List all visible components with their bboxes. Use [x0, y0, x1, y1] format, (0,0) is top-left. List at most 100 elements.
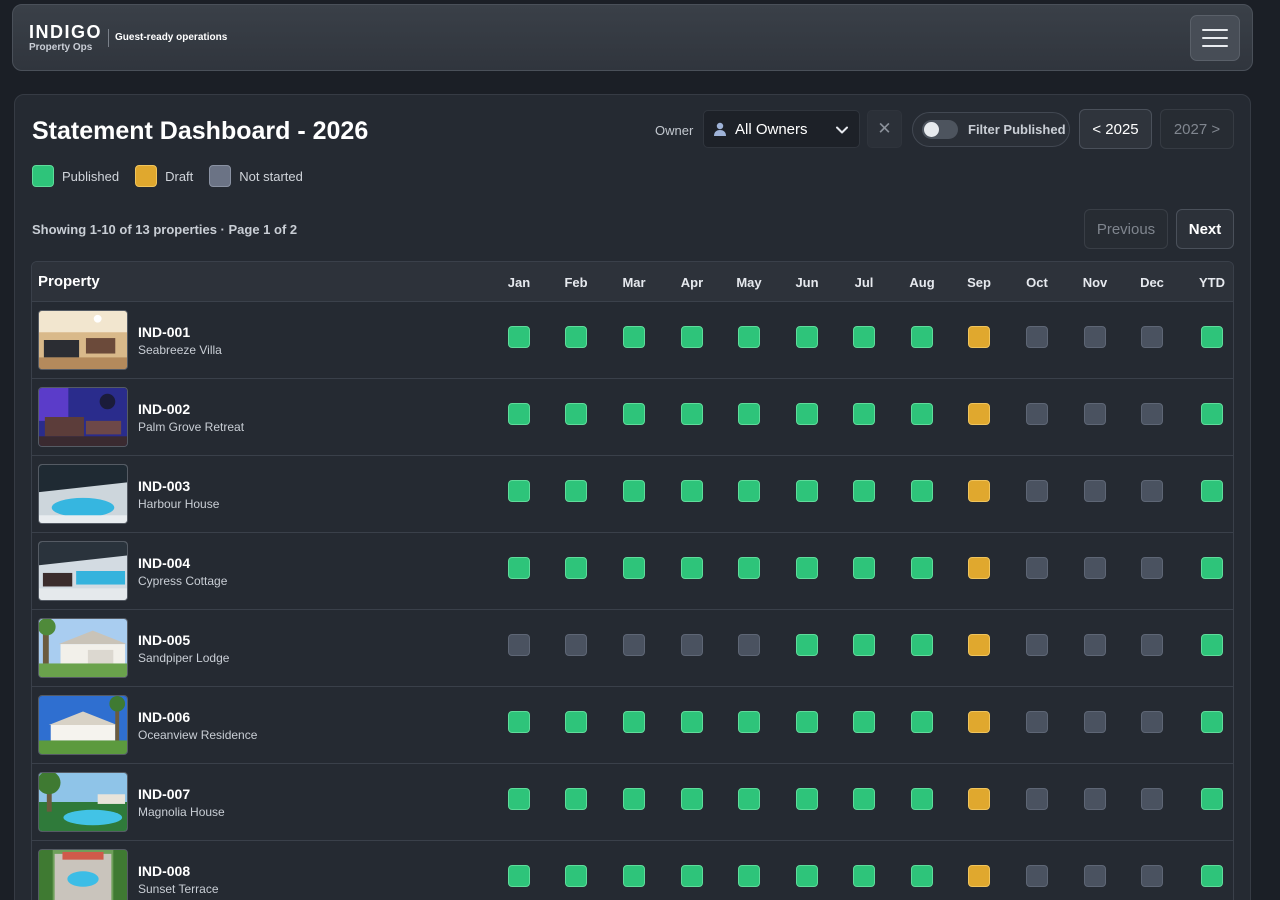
status-cell-apr[interactable] [681, 711, 703, 733]
property-code[interactable]: IND-005 [138, 632, 190, 648]
status-cell-ytd[interactable] [1201, 634, 1223, 656]
clear-owner-button[interactable]: ✕ [867, 110, 902, 148]
table-row[interactable]: IND-006 Oceanview Residence [32, 687, 1233, 764]
status-cell-nov[interactable] [1084, 788, 1106, 810]
status-cell-dec[interactable] [1141, 480, 1163, 502]
status-cell-ytd[interactable] [1201, 557, 1223, 579]
status-cell-sep[interactable] [968, 557, 990, 579]
status-cell-jan[interactable] [508, 403, 530, 425]
table-row[interactable]: IND-005 Sandpiper Lodge [32, 610, 1233, 687]
status-cell-oct[interactable] [1026, 557, 1048, 579]
status-cell-ytd[interactable] [1201, 326, 1223, 348]
status-cell-sep[interactable] [968, 326, 990, 348]
status-cell-jan[interactable] [508, 480, 530, 502]
status-cell-jul[interactable] [853, 403, 875, 425]
hamburger-menu-button[interactable] [1190, 15, 1240, 61]
status-cell-jan[interactable] [508, 788, 530, 810]
status-cell-dec[interactable] [1141, 634, 1163, 656]
status-cell-feb[interactable] [565, 326, 587, 348]
status-cell-jan[interactable] [508, 634, 530, 656]
status-cell-sep[interactable] [968, 865, 990, 887]
status-cell-jan[interactable] [508, 865, 530, 887]
status-cell-jun[interactable] [796, 480, 818, 502]
status-cell-jun[interactable] [796, 788, 818, 810]
status-cell-oct[interactable] [1026, 480, 1048, 502]
status-cell-jun[interactable] [796, 711, 818, 733]
status-cell-dec[interactable] [1141, 788, 1163, 810]
status-cell-may[interactable] [738, 480, 760, 502]
status-cell-apr[interactable] [681, 480, 703, 502]
property-code[interactable]: IND-002 [138, 401, 190, 417]
status-cell-jun[interactable] [796, 557, 818, 579]
status-cell-jun[interactable] [796, 403, 818, 425]
status-cell-jul[interactable] [853, 865, 875, 887]
status-cell-nov[interactable] [1084, 403, 1106, 425]
status-cell-aug[interactable] [911, 865, 933, 887]
status-cell-apr[interactable] [681, 403, 703, 425]
next-year-button[interactable]: 2027 > [1160, 109, 1234, 149]
previous-page-button[interactable]: Previous [1084, 209, 1168, 249]
status-cell-oct[interactable] [1026, 326, 1048, 348]
status-cell-jul[interactable] [853, 634, 875, 656]
status-cell-oct[interactable] [1026, 711, 1048, 733]
status-cell-oct[interactable] [1026, 788, 1048, 810]
status-cell-sep[interactable] [968, 403, 990, 425]
status-cell-ytd[interactable] [1201, 865, 1223, 887]
status-cell-nov[interactable] [1084, 480, 1106, 502]
table-row[interactable]: IND-003 Harbour House [32, 456, 1233, 533]
status-cell-dec[interactable] [1141, 865, 1163, 887]
property-code[interactable]: IND-003 [138, 478, 190, 494]
status-cell-jan[interactable] [508, 557, 530, 579]
status-cell-jan[interactable] [508, 326, 530, 348]
toggle-switch[interactable] [922, 120, 958, 139]
status-cell-jul[interactable] [853, 711, 875, 733]
status-cell-oct[interactable] [1026, 634, 1048, 656]
status-cell-ytd[interactable] [1201, 788, 1223, 810]
status-cell-apr[interactable] [681, 557, 703, 579]
status-cell-may[interactable] [738, 865, 760, 887]
status-cell-sep[interactable] [968, 634, 990, 656]
property-code[interactable]: IND-001 [138, 324, 190, 340]
property-code[interactable]: IND-006 [138, 709, 190, 725]
status-cell-mar[interactable] [623, 788, 645, 810]
status-cell-oct[interactable] [1026, 403, 1048, 425]
status-cell-nov[interactable] [1084, 711, 1106, 733]
status-cell-mar[interactable] [623, 326, 645, 348]
status-cell-dec[interactable] [1141, 557, 1163, 579]
status-cell-aug[interactable] [911, 634, 933, 656]
status-cell-jan[interactable] [508, 711, 530, 733]
status-cell-aug[interactable] [911, 788, 933, 810]
status-cell-aug[interactable] [911, 557, 933, 579]
brand-logo[interactable]: INDIGO Property Ops [29, 23, 102, 53]
status-cell-jul[interactable] [853, 788, 875, 810]
status-cell-may[interactable] [738, 634, 760, 656]
status-cell-ytd[interactable] [1201, 480, 1223, 502]
status-cell-feb[interactable] [565, 403, 587, 425]
property-code[interactable]: IND-008 [138, 863, 190, 879]
status-cell-nov[interactable] [1084, 326, 1106, 348]
status-cell-dec[interactable] [1141, 403, 1163, 425]
table-row[interactable]: IND-001 Seabreeze Villa [32, 302, 1233, 379]
status-cell-nov[interactable] [1084, 557, 1106, 579]
status-cell-sep[interactable] [968, 788, 990, 810]
status-cell-jun[interactable] [796, 326, 818, 348]
status-cell-mar[interactable] [623, 557, 645, 579]
status-cell-nov[interactable] [1084, 865, 1106, 887]
owner-select[interactable]: All Owners [703, 110, 860, 148]
next-page-button[interactable]: Next [1176, 209, 1234, 249]
status-cell-jul[interactable] [853, 480, 875, 502]
status-cell-may[interactable] [738, 403, 760, 425]
status-cell-feb[interactable] [565, 557, 587, 579]
status-cell-feb[interactable] [565, 865, 587, 887]
table-row[interactable]: IND-007 Magnolia House [32, 764, 1233, 841]
status-cell-ytd[interactable] [1201, 711, 1223, 733]
status-cell-may[interactable] [738, 557, 760, 579]
status-cell-mar[interactable] [623, 403, 645, 425]
status-cell-mar[interactable] [623, 865, 645, 887]
status-cell-mar[interactable] [623, 711, 645, 733]
prev-year-button[interactable]: < 2025 [1079, 109, 1152, 149]
status-cell-aug[interactable] [911, 711, 933, 733]
status-cell-ytd[interactable] [1201, 403, 1223, 425]
status-cell-apr[interactable] [681, 788, 703, 810]
status-cell-oct[interactable] [1026, 865, 1048, 887]
